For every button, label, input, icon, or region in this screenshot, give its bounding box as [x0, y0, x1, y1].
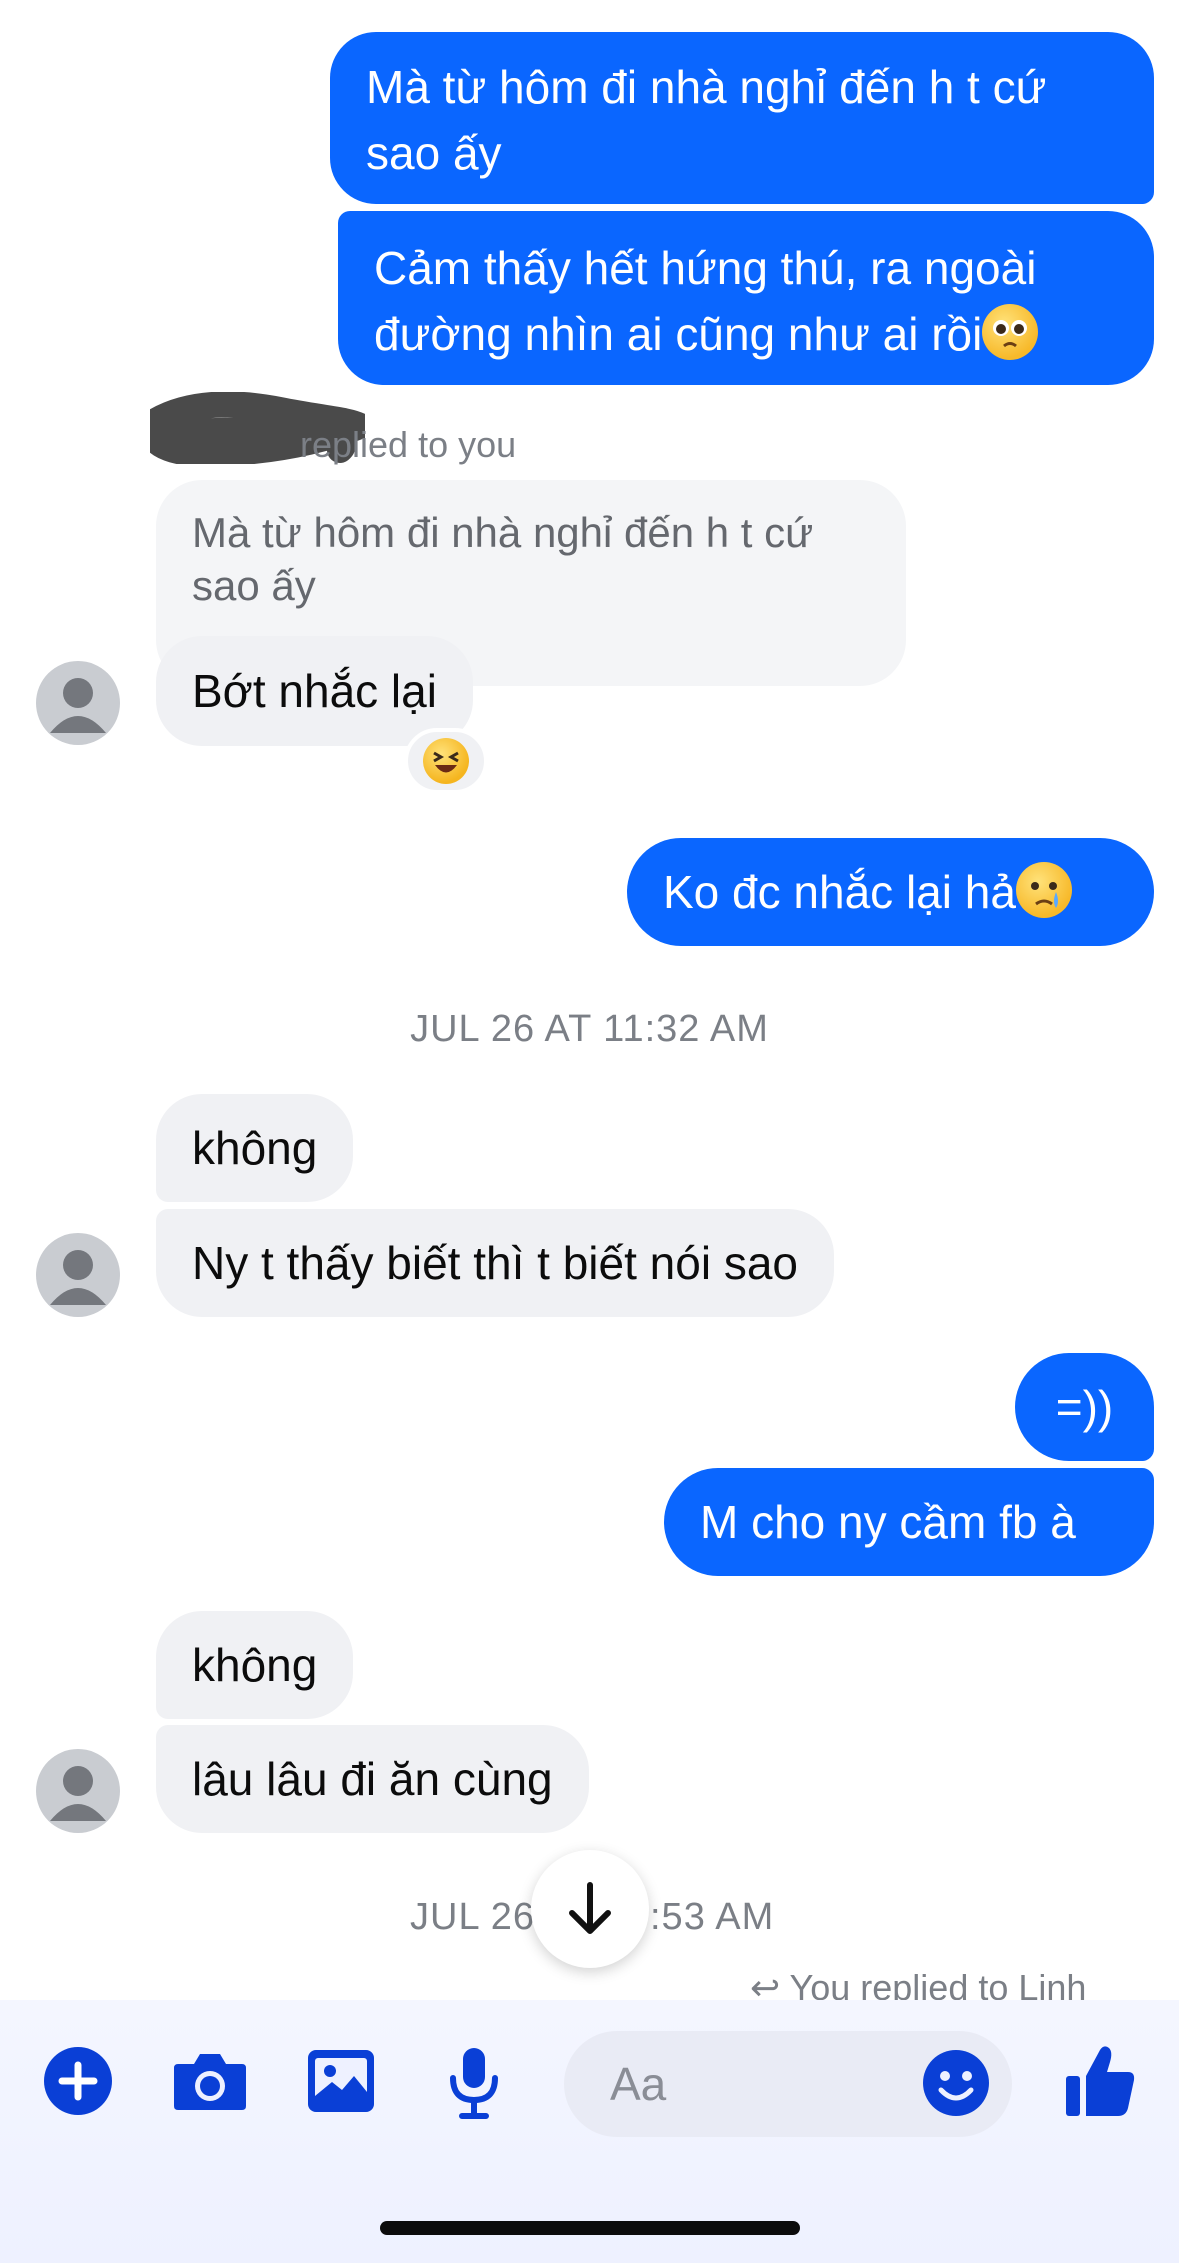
message-text: Ko đc nhắc lại hả: [663, 866, 1016, 918]
outgoing-message[interactable]: Ko đc nhắc lại hả: [627, 838, 1154, 946]
incoming-message[interactable]: không: [156, 1094, 354, 1202]
plus-icon: [58, 2061, 98, 2101]
grinning-squinting-face-icon: [423, 738, 469, 784]
microphone-icon: [450, 2048, 498, 2119]
crying-face-emoji-icon: [1015, 862, 1072, 918]
add-button[interactable]: [44, 2047, 112, 2115]
message-text: Mà từ hôm đi nhà nghỉ đến h t cứ sao ấy: [366, 61, 1047, 179]
arrow-down-icon: [569, 1882, 611, 1934]
image-icon: [308, 2050, 374, 2112]
timestamp: :53 AM: [650, 1896, 775, 1938]
microphone-button[interactable]: [447, 2046, 501, 2125]
outgoing-message[interactable]: M cho ny cầm fb à: [664, 1468, 1154, 1576]
reply-label: ↩ You replied to Linh: [750, 1970, 1170, 2000]
reaction-badge[interactable]: [404, 728, 488, 794]
message-text: Ny t thấy biết thì t biết nói sao: [192, 1237, 798, 1289]
avatar[interactable]: [36, 661, 120, 745]
avatar[interactable]: [36, 1233, 120, 1317]
outgoing-message[interactable]: =)): [1015, 1353, 1154, 1461]
incoming-message[interactable]: không: [156, 1611, 354, 1719]
message-text: không: [192, 1122, 318, 1174]
outgoing-message[interactable]: Cảm thấy hết hứng thú, ra ngoài đường nh…: [338, 211, 1154, 385]
message-text: Cảm thấy hết hứng thú, ra ngoài đường nh…: [374, 242, 1037, 360]
timestamp: JUL 26 AT 11:32 AM: [410, 1008, 769, 1050]
avatar[interactable]: [36, 1749, 120, 1833]
camera-button[interactable]: [172, 2050, 248, 2117]
emoji-button[interactable]: [921, 2048, 991, 2123]
camera-icon: [174, 2054, 246, 2110]
reply-arrow-icon: ↩: [750, 1970, 790, 2000]
pleading-face-emoji-icon: [982, 304, 1039, 360]
thumbs-up-icon: [1066, 2046, 1135, 2116]
scroll-to-bottom-button[interactable]: [531, 1850, 649, 1968]
quoted-text: Mà từ hôm đi nhà nghỉ đến h t cứ sao ấy: [192, 509, 814, 609]
reply-label: replied to you: [300, 424, 517, 465]
incoming-message[interactable]: Ny t thấy biết thì t biết nói sao: [156, 1209, 834, 1317]
outgoing-message[interactable]: Mà từ hôm đi nhà nghỉ đến h t cứ sao ấy: [330, 32, 1154, 204]
message-text: Bớt nhắc lại: [192, 665, 437, 717]
home-indicator: [380, 2221, 800, 2235]
like-button[interactable]: [1064, 2044, 1136, 2123]
message-text: M cho ny cầm fb à: [700, 1496, 1076, 1548]
smiley-icon: [923, 2050, 989, 2116]
incoming-message[interactable]: lâu lâu đi ăn cùng: [156, 1725, 589, 1833]
timestamp: JUL 26: [410, 1896, 535, 1938]
message-text: =)): [1055, 1381, 1114, 1433]
message-input-placeholder: Aa: [610, 2058, 667, 2110]
message-text: lâu lâu đi ăn cùng: [192, 1753, 553, 1805]
message-text: không: [192, 1639, 318, 1691]
gallery-button[interactable]: [306, 2048, 376, 2119]
